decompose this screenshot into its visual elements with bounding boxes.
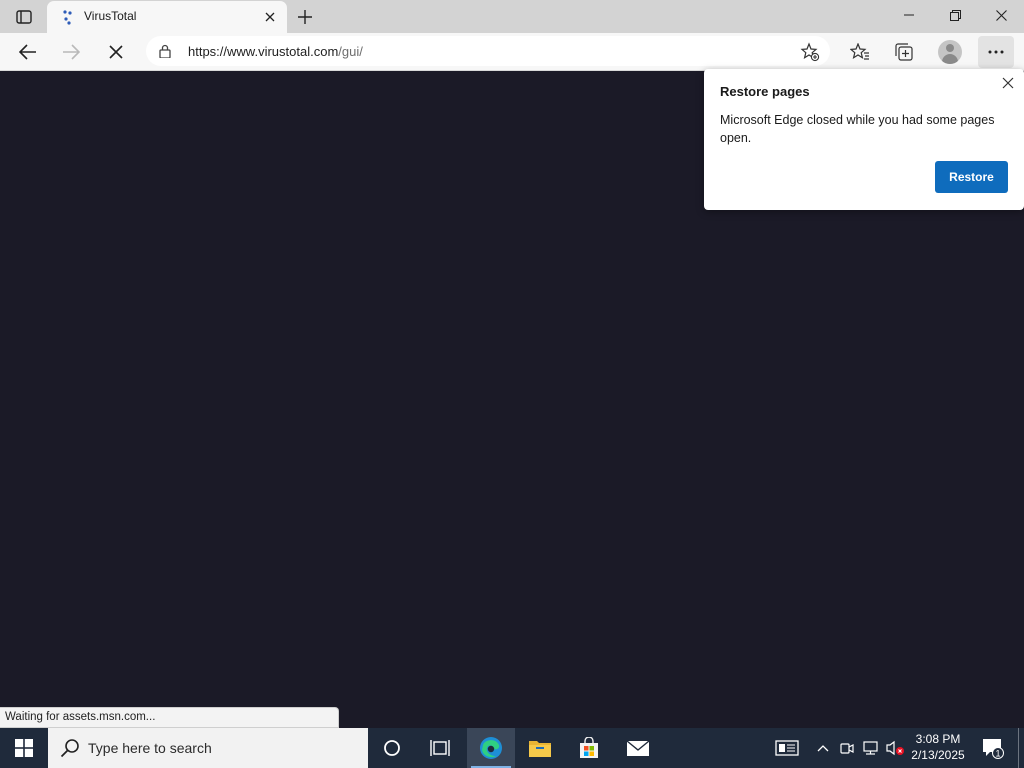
start-button[interactable] (0, 728, 48, 768)
browser-toolbar: https://www.virustotal.com/gui/ (0, 33, 1024, 71)
address-bar[interactable]: https://www.virustotal.com/gui/ (146, 36, 830, 66)
edge-icon[interactable] (467, 728, 515, 768)
task-view-icon[interactable] (416, 728, 464, 768)
meet-now-icon[interactable] (837, 728, 857, 768)
chevron-up-icon[interactable] (814, 728, 832, 768)
status-bubble: Waiting for assets.msn.com... (0, 707, 339, 728)
clock-date: 2/13/2025 (911, 748, 965, 762)
url-path: /gui/ (338, 44, 363, 59)
url-text[interactable]: https://www.virustotal.com/gui/ (188, 44, 363, 59)
search-icon (60, 739, 79, 758)
back-button[interactable] (13, 37, 43, 67)
notification-count: 1 (995, 749, 1000, 759)
network-icon[interactable] (860, 728, 882, 768)
title-bar: VirusTotal (0, 0, 1024, 33)
cortana-icon[interactable] (368, 728, 416, 768)
popup-message: Microsoft Edge closed while you had some… (720, 113, 995, 145)
taskbar-search-box[interactable]: Type here to search (48, 728, 368, 768)
file-explorer-icon[interactable] (516, 728, 564, 768)
collections-icon[interactable] (891, 39, 917, 65)
tab-title: VirusTotal (84, 9, 137, 23)
settings-and-more-button[interactable] (978, 36, 1014, 68)
popup-close-icon[interactable] (998, 73, 1018, 93)
restore-window-button[interactable] (932, 0, 978, 30)
url-host: https://www.virustotal.com (188, 44, 339, 59)
browser-tab-active[interactable]: VirusTotal (47, 1, 287, 33)
window-controls (886, 0, 1024, 30)
add-favorite-icon[interactable] (800, 42, 820, 62)
profile-avatar[interactable] (938, 40, 962, 64)
virustotal-favicon-icon (63, 10, 72, 25)
lock-icon[interactable] (158, 44, 172, 58)
new-tab-button[interactable] (292, 4, 318, 30)
stop-loading-button[interactable] (101, 37, 131, 67)
forward-button[interactable] (56, 37, 86, 67)
tab-actions-menu-icon[interactable] (8, 6, 40, 28)
restore-button[interactable]: Restore (935, 161, 1008, 193)
close-window-button[interactable] (978, 0, 1024, 30)
show-desktop-button[interactable] (1018, 728, 1019, 768)
minimize-button[interactable] (886, 0, 932, 30)
news-and-interests-icon[interactable] (772, 728, 802, 768)
store-icon[interactable] (565, 728, 613, 768)
volume-muted-icon[interactable] (884, 728, 906, 768)
clock-time: 3:08 PM (915, 732, 961, 746)
mail-icon[interactable] (614, 728, 662, 768)
restore-pages-popup: Restore pages Microsoft Edge closed whil… (704, 69, 1024, 210)
search-placeholder: Type here to search (88, 740, 212, 756)
tab-close-icon[interactable] (261, 8, 279, 26)
popup-title: Restore pages (720, 84, 810, 99)
favorites-icon[interactable] (847, 39, 873, 65)
taskbar: Type here to search 3:08 PM 2/13/2025 1 (0, 728, 1024, 768)
notification-center-icon[interactable]: 1 (978, 728, 1008, 768)
system-clock[interactable]: 3:08 PM 2/13/2025 (906, 731, 970, 763)
windows-logo-icon (15, 739, 33, 757)
